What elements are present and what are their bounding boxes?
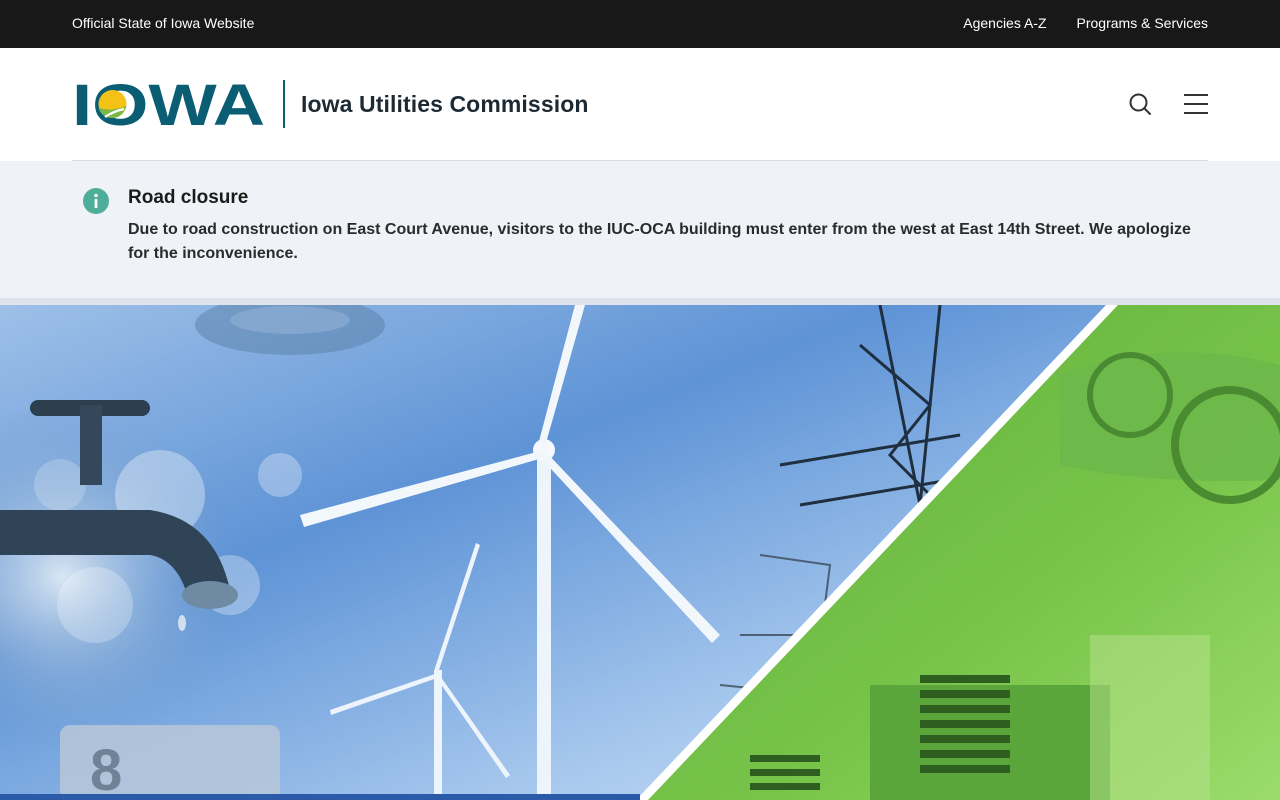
info-icon [83, 188, 109, 214]
hero-image: 8 [0, 305, 1280, 800]
hamburger-menu-icon[interactable] [1182, 90, 1210, 118]
site-title[interactable]: Iowa Utilities Commission [301, 91, 589, 118]
svg-text:8: 8 [90, 738, 122, 800]
road-closure-alert: Road closure Due to road construction on… [0, 161, 1280, 298]
alert-message: Due to road construction on East Court A… [128, 221, 1191, 262]
hero-accent-bar [0, 794, 640, 800]
search-icon[interactable] [1126, 90, 1154, 118]
utility-nav: Agencies A-Z Programs & Services [963, 15, 1208, 31]
programs-services-link[interactable]: Programs & Services [1077, 15, 1208, 31]
iowa-logo[interactable]: IOWA [72, 78, 272, 130]
official-website-link[interactable]: Official State of Iowa Website [72, 15, 254, 31]
alert-bottom-border [0, 298, 1280, 305]
alert-title: Road closure [128, 187, 249, 208]
hero-collage-image: 8 [0, 305, 1280, 800]
site-header: IOWA Iowa Utilities Commission [0, 48, 1280, 161]
agencies-az-link[interactable]: Agencies A-Z [963, 15, 1046, 31]
logo-separator [283, 80, 285, 128]
official-state-banner: Official State of Iowa Website Agencies … [0, 0, 1280, 48]
